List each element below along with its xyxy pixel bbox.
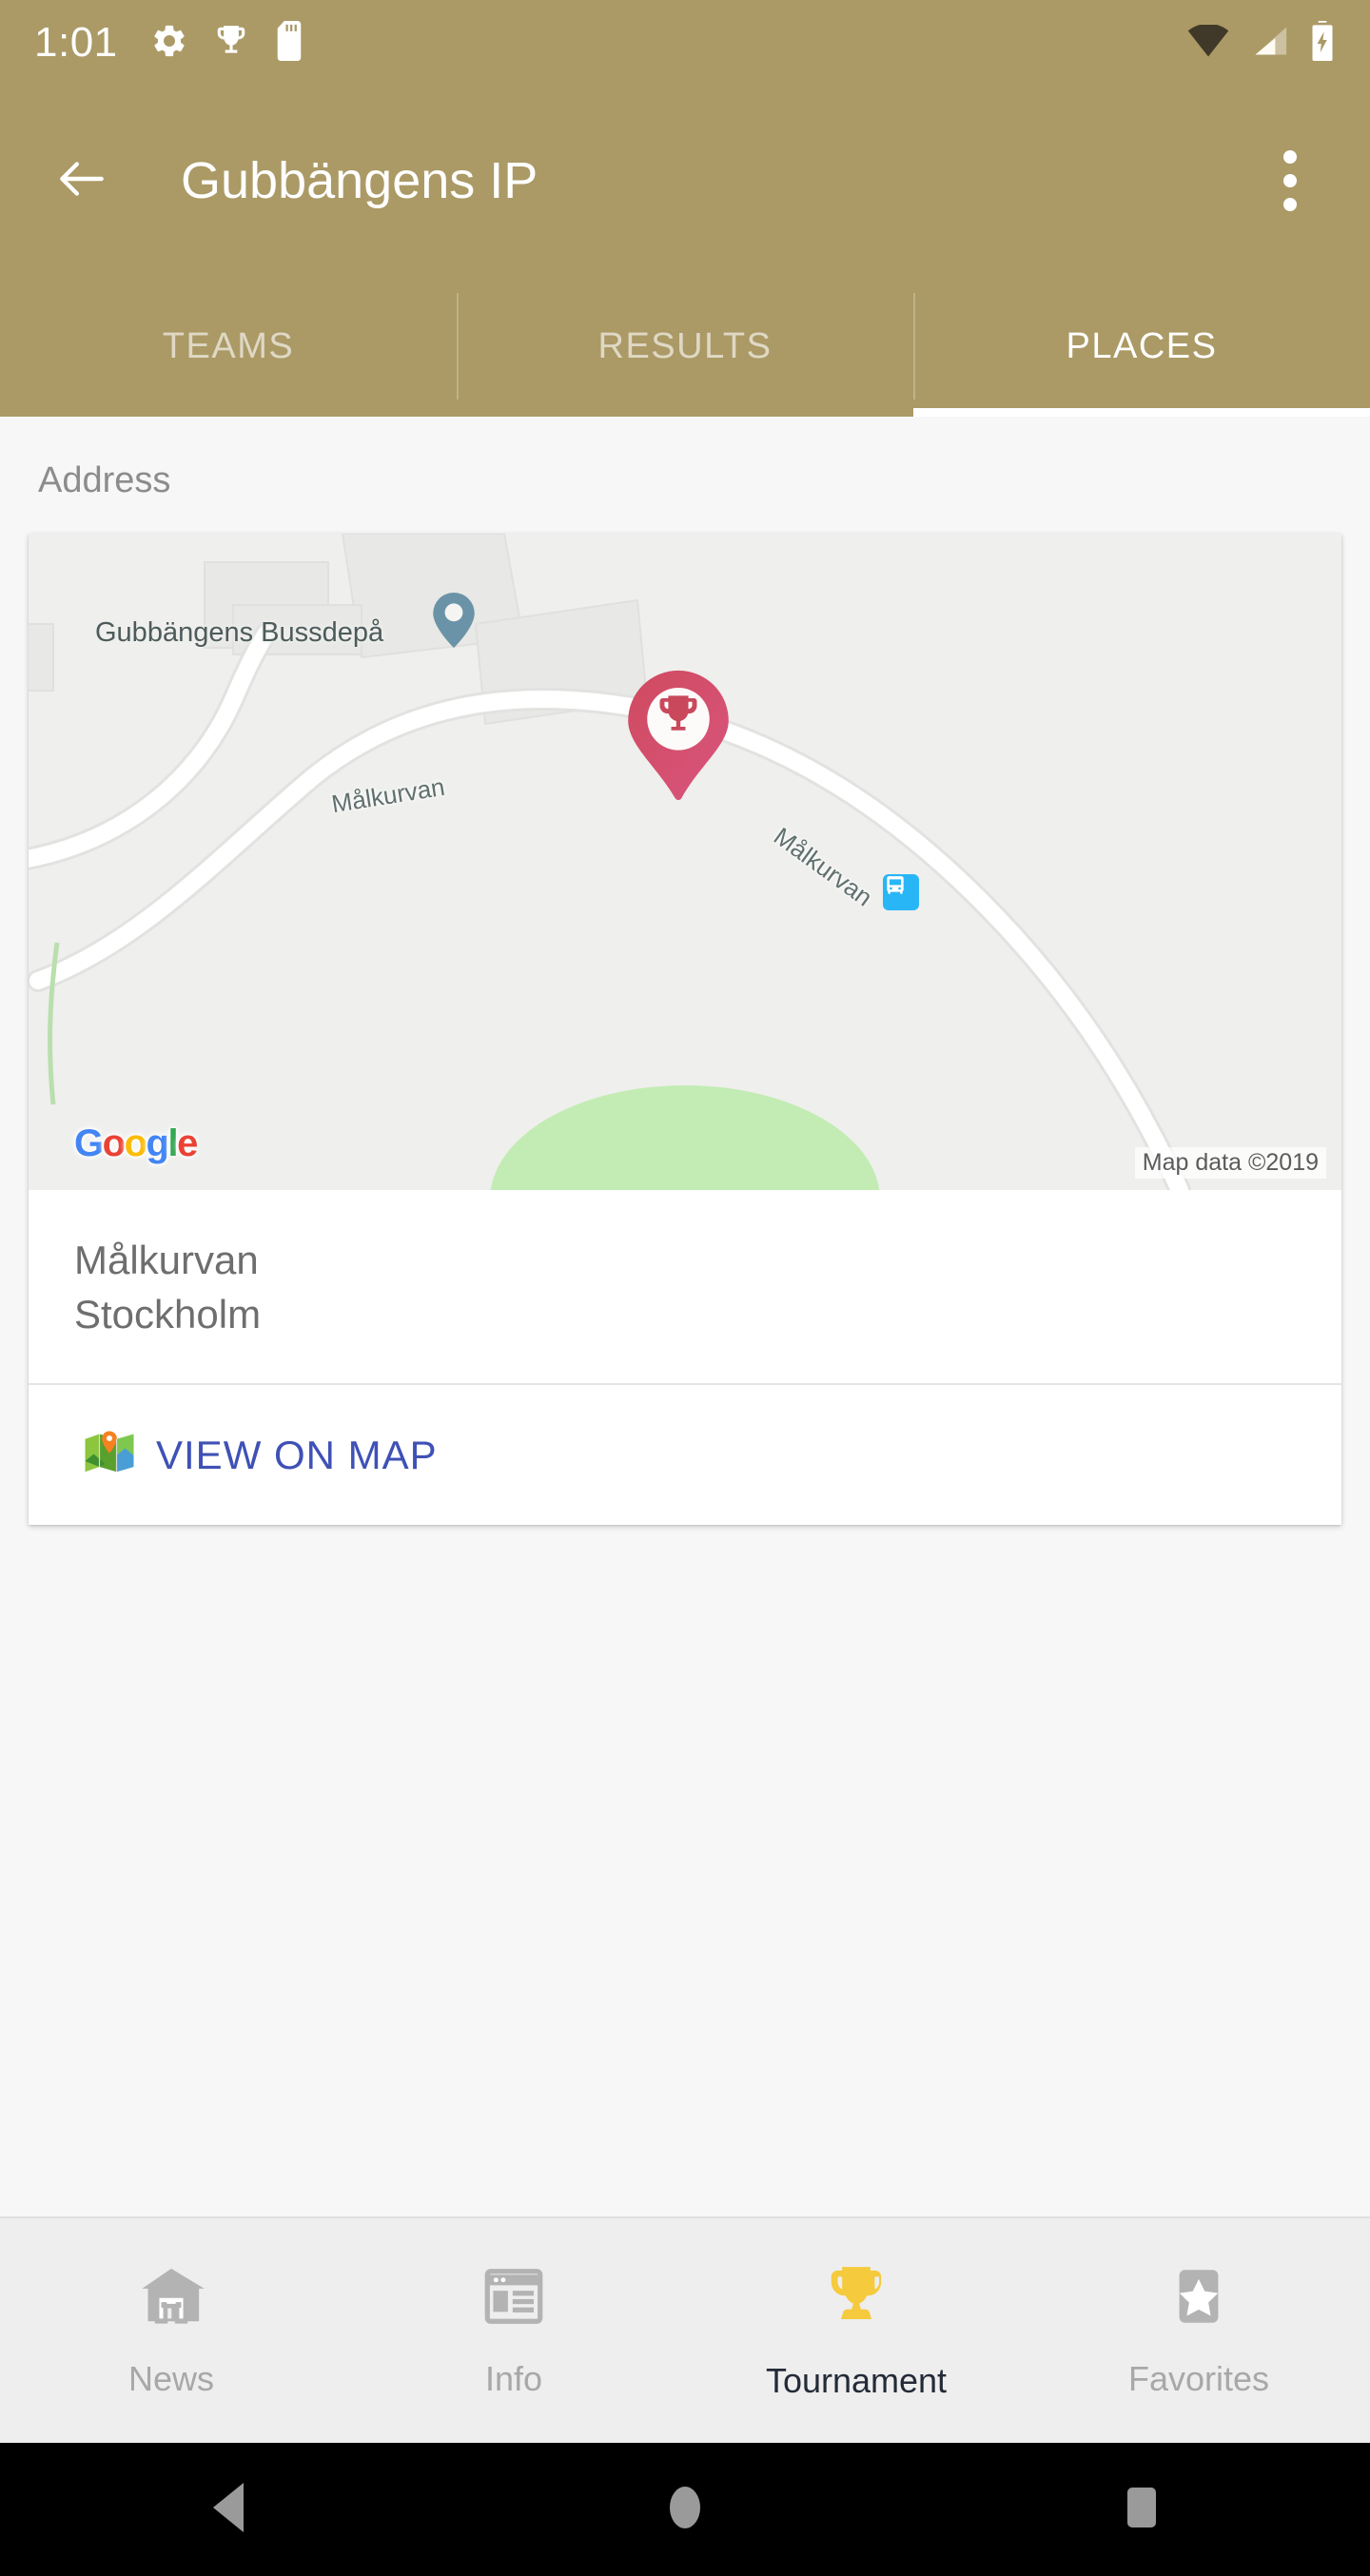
google-logo-g1: G (74, 1122, 104, 1164)
map-vector-layer (29, 534, 1341, 1190)
view-on-map-button[interactable]: VIEW ON MAP (29, 1385, 1341, 1525)
trophy-icon (213, 22, 249, 65)
trophy-map-marker[interactable] (626, 669, 731, 804)
address-block: Målkurvan Stockholm (29, 1190, 1341, 1383)
bottom-nav-item-info[interactable]: Info (342, 2218, 685, 2443)
more-vert-icon (1283, 198, 1297, 211)
sd-card-icon (274, 20, 304, 66)
wifi-icon (1187, 23, 1229, 62)
bottom-nav-label-favorites: Favorites (1127, 2358, 1270, 2398)
bottom-nav-item-favorites[interactable]: Favorites (1028, 2218, 1370, 2443)
android-recents-button[interactable] (1070, 2443, 1213, 2576)
google-logo-g2: g (146, 1122, 169, 1164)
tab-active-indicator (913, 408, 1370, 417)
map-attribution: Map data ©2019 (1134, 1147, 1326, 1179)
page-title: Gubbängens IP (181, 152, 538, 209)
tab-results[interactable]: RESULTS (457, 276, 913, 417)
home-icon (138, 2263, 205, 2334)
back-triangle-icon (204, 2481, 253, 2539)
battery-charging-icon (1309, 20, 1336, 66)
app-bar: Gubbängens IP (0, 86, 1370, 276)
back-button[interactable] (38, 137, 126, 224)
android-navigation-bar (0, 2443, 1370, 2576)
trophy-icon (821, 2261, 891, 2336)
more-vert-icon (1283, 150, 1297, 164)
google-logo-l: l (167, 1122, 178, 1164)
newspaper-icon (480, 2263, 547, 2334)
google-logo-e: e (177, 1122, 198, 1164)
tab-places[interactable]: PLACES (913, 276, 1370, 417)
status-bar-notification-icons (150, 20, 304, 66)
arrow-back-icon (52, 149, 111, 213)
view-on-map-label: VIEW ON MAP (156, 1432, 438, 1477)
google-logo-o1: o (102, 1122, 126, 1164)
place-pin-icon (433, 593, 475, 648)
address-line-2: Stockholm (74, 1291, 262, 1337)
recents-square-icon (1120, 2484, 1164, 2536)
google-logo: Google (74, 1122, 198, 1165)
bottom-nav-label-tournament: Tournament (765, 2360, 948, 2400)
address-line-1: Målkurvan (74, 1238, 259, 1282)
gear-icon (150, 22, 188, 65)
tab-results-label: RESULTS (597, 325, 773, 366)
bus-stop-icon (883, 874, 919, 910)
address-card: Gubbängens Bussdepå Målkurvan Målkurvan (29, 534, 1341, 1526)
home-circle-icon (662, 2483, 708, 2537)
bottom-nav-item-news[interactable]: News (0, 2218, 342, 2443)
tab-bar: TEAMS RESULTS PLACES (0, 276, 1370, 417)
bottom-nav-label-news: News (127, 2358, 215, 2398)
status-bar-clock: 1:01 (34, 19, 118, 66)
android-back-button[interactable] (157, 2443, 300, 2576)
tab-teams-label: TEAMS (162, 325, 295, 366)
bottom-nav-label-info: Info (484, 2358, 543, 2398)
star-icon (1165, 2263, 1232, 2334)
overflow-menu-button[interactable] (1252, 135, 1328, 226)
content-area: Address Gubbängens Bussdepå Målkurvan Må… (0, 417, 1370, 2216)
section-label-address: Address (38, 460, 171, 500)
bottom-navigation-bar: News Info Tournament Favorites (0, 2216, 1370, 2443)
more-vert-icon (1283, 174, 1297, 187)
status-bar: 1:01 (0, 0, 1370, 86)
map-preview[interactable]: Gubbängens Bussdepå Målkurvan Målkurvan (29, 534, 1341, 1190)
status-bar-system-icons (1187, 20, 1336, 66)
bottom-nav-item-tournament[interactable]: Tournament (685, 2218, 1028, 2443)
tab-teams[interactable]: TEAMS (0, 276, 457, 417)
map-emoji-icon (84, 1427, 135, 1483)
tab-places-label: PLACES (1066, 325, 1218, 366)
google-logo-o2: o (124, 1122, 147, 1164)
android-home-button[interactable] (614, 2443, 756, 2576)
cell-signal-icon (1250, 25, 1288, 62)
